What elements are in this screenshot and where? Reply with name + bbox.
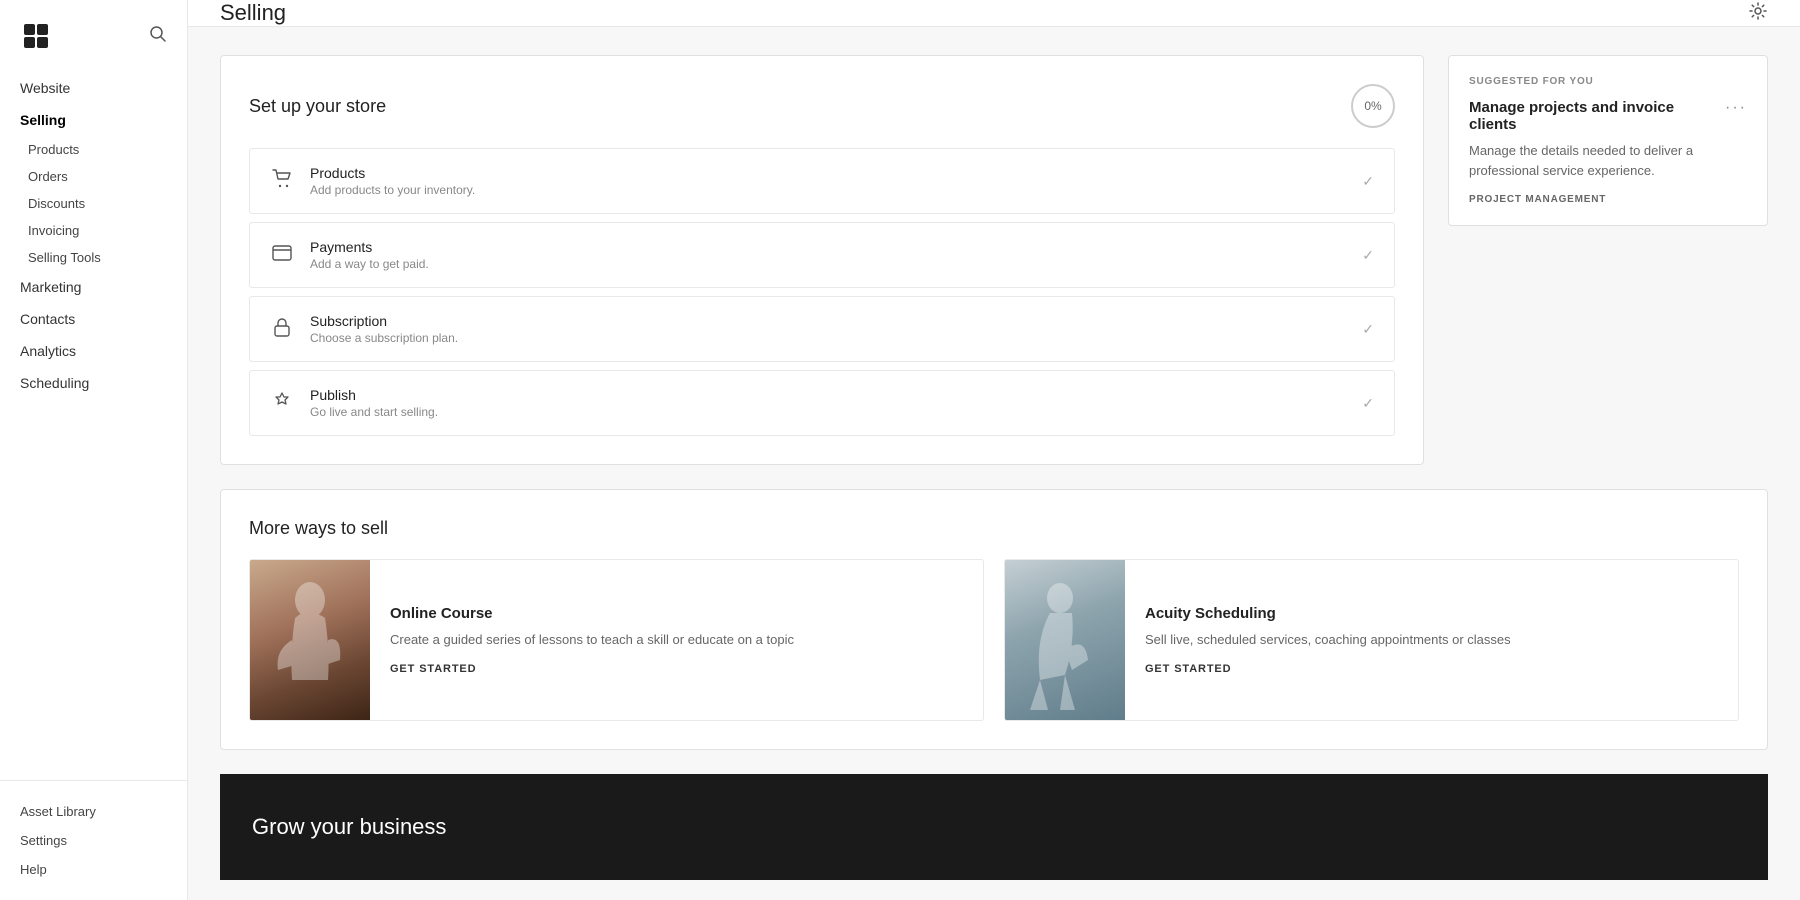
suggested-desc: Manage the details needed to deliver a p…: [1469, 141, 1747, 180]
products-check-icon: ✓: [1362, 173, 1374, 190]
suggested-more-button[interactable]: ···: [1725, 99, 1747, 117]
sidebar-item-marketing[interactable]: Marketing: [0, 271, 187, 303]
setup-item-publish[interactable]: Publish Go live and start selling. ✓: [249, 370, 1395, 436]
cart-icon: [270, 169, 294, 194]
sidebar-nav: Website Selling Products Orders Discount…: [0, 62, 187, 780]
sidebar-top: [0, 0, 187, 62]
setup-store-card: Set up your store 0% Products Add produc…: [220, 55, 1424, 465]
setup-item-publish-text: Publish Go live and start selling.: [310, 387, 1346, 419]
sidebar-item-analytics[interactable]: Analytics: [0, 335, 187, 367]
sidebar-item-website[interactable]: Website: [0, 72, 187, 104]
logo-icon[interactable]: [20, 20, 52, 52]
acuity-image: [1005, 560, 1125, 720]
sidebar-item-products[interactable]: Products: [0, 136, 187, 163]
setup-item-products-text: Products Add products to your inventory.: [310, 165, 1346, 197]
acuity-info: Acuity Scheduling Sell live, scheduled s…: [1125, 560, 1531, 720]
setup-item-products-desc: Add products to your inventory.: [310, 183, 1346, 197]
sidebar-bottom: Asset Library Settings Help: [0, 780, 187, 900]
sidebar-item-invoicing[interactable]: Invoicing: [0, 217, 187, 244]
grow-title: Grow your business: [252, 814, 446, 840]
suggested-tag: PROJECT MANAGEMENT: [1469, 194, 1747, 205]
main-header: Selling: [188, 0, 1800, 27]
online-course-info: Online Course Create a guided series of …: [370, 560, 814, 720]
setup-item-payments[interactable]: Payments Add a way to get paid. ✓: [249, 222, 1395, 288]
setup-item-payments-desc: Add a way to get paid.: [310, 257, 1346, 271]
setup-card-header: Set up your store 0%: [249, 84, 1395, 128]
sidebar-item-scheduling[interactable]: Scheduling: [0, 367, 187, 399]
sidebar-item-selling-tools[interactable]: Selling Tools: [0, 244, 187, 271]
main-area: Selling Set up your store 0%: [188, 0, 1800, 900]
page-title: Selling: [220, 0, 286, 26]
more-ways-item-online-course[interactable]: Online Course Create a guided series of …: [249, 559, 984, 721]
setup-item-subscription[interactable]: Subscription Choose a subscription plan.…: [249, 296, 1395, 362]
suggested-label: SUGGESTED FOR YOU: [1469, 76, 1747, 87]
settings-icon[interactable]: [1748, 1, 1768, 26]
acuity-cta[interactable]: GET STARTED: [1145, 663, 1511, 675]
sidebar: Website Selling Products Orders Discount…: [0, 0, 188, 900]
more-ways-grid: Online Course Create a guided series of …: [249, 559, 1739, 721]
setup-item-subscription-text: Subscription Choose a subscription plan.: [310, 313, 1346, 345]
main-content: Set up your store 0% Products Add produc…: [188, 27, 1800, 900]
more-ways-card: More ways to sell: [220, 489, 1768, 750]
setup-item-products-name: Products: [310, 165, 1346, 181]
setup-item-payments-text: Payments Add a way to get paid.: [310, 239, 1346, 271]
setup-item-payments-name: Payments: [310, 239, 1346, 255]
online-course-name: Online Course: [390, 605, 794, 622]
suggested-header: Manage projects and invoice clients ···: [1469, 99, 1747, 141]
top-cards-row: Set up your store 0% Products Add produc…: [220, 55, 1768, 465]
sidebar-item-contacts[interactable]: Contacts: [0, 303, 187, 335]
payments-icon: [270, 245, 294, 266]
search-icon[interactable]: [149, 25, 167, 48]
suggested-card: SUGGESTED FOR YOU Manage projects and in…: [1448, 55, 1768, 226]
online-course-image: [250, 560, 370, 720]
progress-badge: 0%: [1351, 84, 1395, 128]
setup-item-subscription-desc: Choose a subscription plan.: [310, 331, 1346, 345]
setup-item-publish-desc: Go live and start selling.: [310, 405, 1346, 419]
acuity-desc: Sell live, scheduled services, coaching …: [1145, 630, 1511, 650]
grow-footer: Grow your business: [220, 774, 1768, 880]
suggested-title: Manage projects and invoice clients: [1469, 99, 1725, 133]
more-ways-title: More ways to sell: [249, 518, 1739, 539]
lock-icon: [270, 317, 294, 342]
sidebar-item-settings[interactable]: Settings: [20, 826, 167, 855]
sidebar-item-selling[interactable]: Selling: [0, 104, 187, 136]
subscription-check-icon: ✓: [1362, 321, 1374, 338]
publish-icon: [270, 391, 294, 416]
sidebar-item-asset-library[interactable]: Asset Library: [20, 797, 167, 826]
more-ways-item-acuity[interactable]: Acuity Scheduling Sell live, scheduled s…: [1004, 559, 1739, 721]
sidebar-item-orders[interactable]: Orders: [0, 163, 187, 190]
setup-card-title: Set up your store: [249, 96, 386, 117]
payments-check-icon: ✓: [1362, 247, 1374, 264]
sidebar-item-discounts[interactable]: Discounts: [0, 190, 187, 217]
online-course-cta[interactable]: GET STARTED: [390, 663, 794, 675]
sidebar-item-help[interactable]: Help: [20, 855, 167, 884]
setup-item-publish-name: Publish: [310, 387, 1346, 403]
online-course-desc: Create a guided series of lessons to tea…: [390, 630, 794, 650]
setup-item-subscription-name: Subscription: [310, 313, 1346, 329]
acuity-name: Acuity Scheduling: [1145, 605, 1511, 622]
setup-item-products[interactable]: Products Add products to your inventory.…: [249, 148, 1395, 214]
publish-check-icon: ✓: [1362, 395, 1374, 412]
